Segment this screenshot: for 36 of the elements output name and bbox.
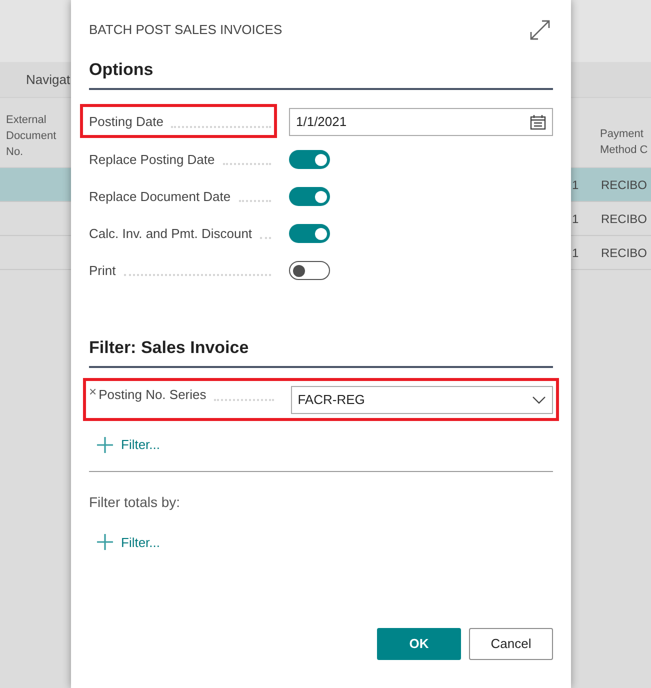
- column-header: Payment Method C: [600, 127, 649, 158]
- toggle-switch[interactable]: [289, 261, 330, 280]
- table-cell-text: RECIBO: [601, 210, 648, 228]
- table-cell-text: RECIBO: [601, 244, 648, 262]
- toggle-switch[interactable]: [289, 224, 330, 243]
- dropdown-field[interactable]: FACR-REG: [290, 386, 553, 414]
- field-label: Posting Date: [89, 113, 164, 132]
- section-heading: Filter: Sales Invoice: [89, 336, 249, 358]
- add-filter-link[interactable]: Filter...: [97, 435, 160, 454]
- table-row[interactable]: 1 RECIBO: [571, 168, 651, 202]
- remove-filter-button[interactable]: ×: [89, 385, 97, 399]
- dialog-title: BATCH POST SALES INVOICES: [89, 21, 282, 40]
- date-field[interactable]: 1/1/2021: [289, 108, 553, 136]
- table-cell-text: 1: [571, 176, 580, 194]
- calendar-icon: [530, 114, 546, 130]
- nav-tab[interactable]: Navigat: [26, 70, 70, 90]
- field-label: Posting No. Series: [98, 386, 206, 404]
- table-cell-text: 1: [571, 244, 580, 262]
- add-filter-link[interactable]: Filter...: [97, 532, 160, 552]
- field-label: Replace Document Date: [89, 188, 231, 206]
- field-label: Print: [89, 262, 116, 280]
- field-label: Replace Posting Date: [89, 150, 215, 169]
- ok-button[interactable]: OK: [377, 628, 461, 660]
- table-cell-text: RECIBO: [601, 176, 648, 194]
- column-header: External Document No.: [6, 113, 58, 160]
- section-label: Filter totals by:: [89, 492, 182, 512]
- section-heading: Options: [89, 58, 154, 80]
- plus-icon: [97, 534, 113, 550]
- table-cell-text: 1: [571, 210, 580, 228]
- field-label: Calc. Inv. and Pmt. Discount: [89, 224, 252, 243]
- plus-icon: [97, 436, 113, 453]
- toggle-switch[interactable]: [289, 150, 330, 169]
- toggle-switch[interactable]: [289, 187, 330, 206]
- cancel-button[interactable]: Cancel: [469, 628, 553, 660]
- expand-icon[interactable]: [529, 19, 551, 41]
- chevron-down-icon: [532, 396, 546, 404]
